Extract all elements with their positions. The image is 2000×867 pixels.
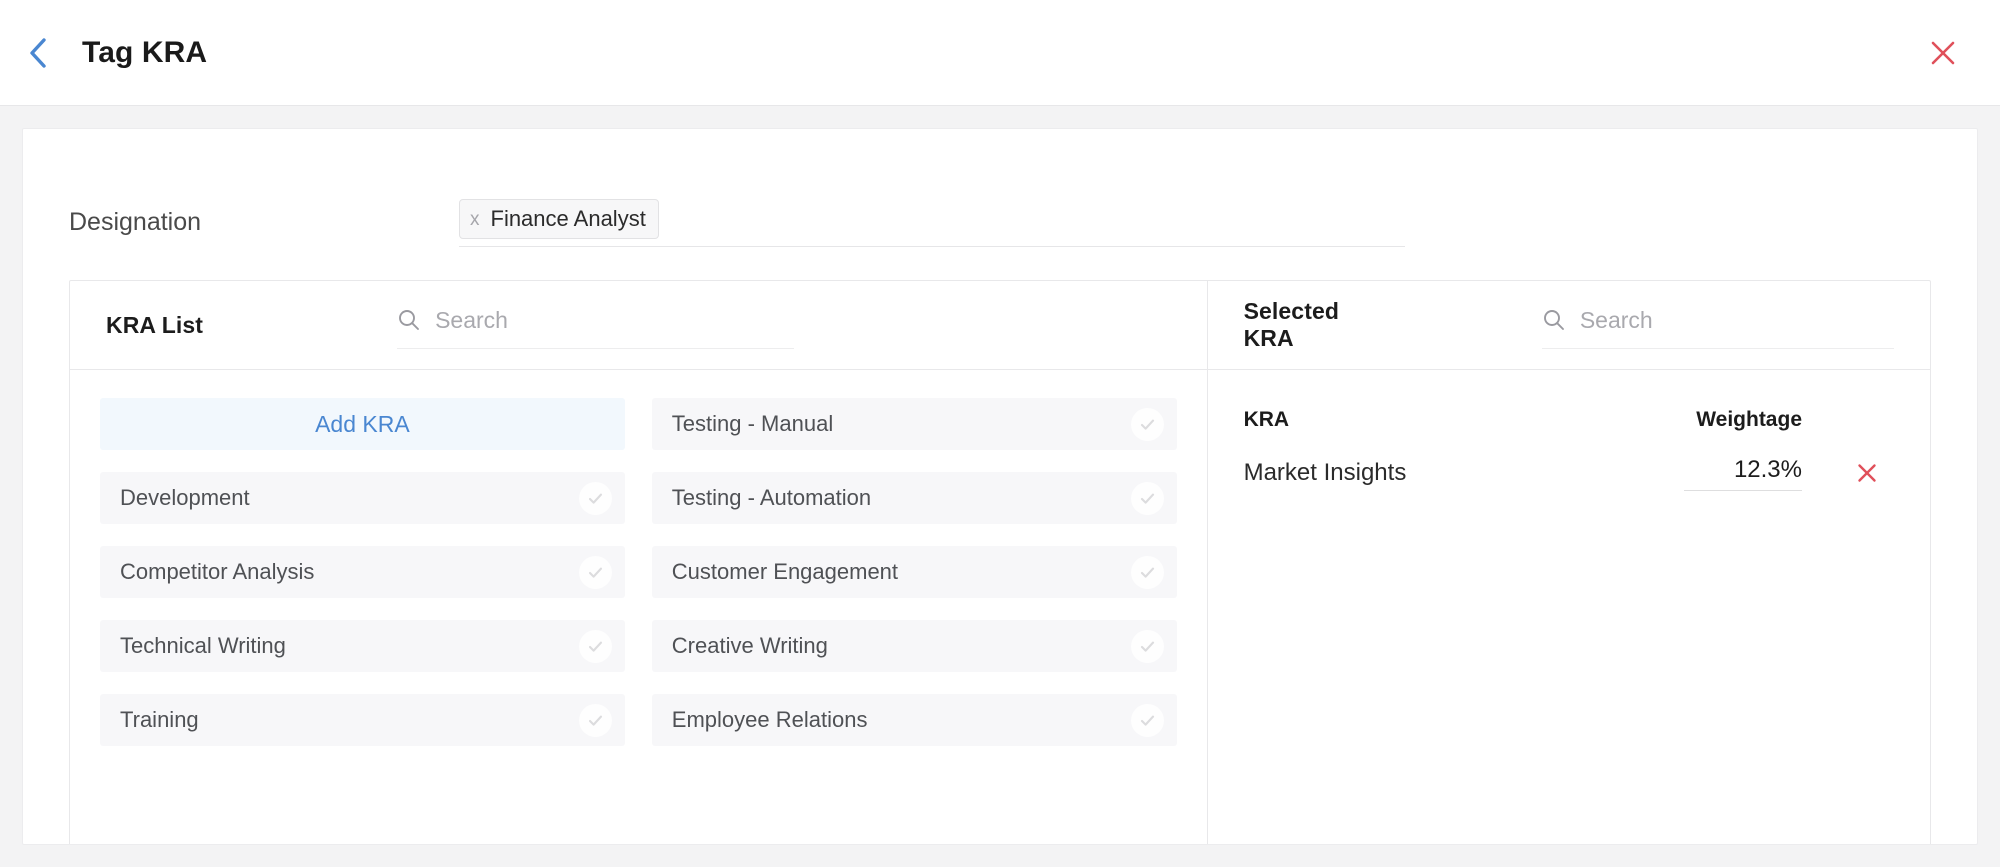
kra-list-item[interactable]: Competitor Analysis (100, 546, 625, 598)
kra-item-label: Development (120, 485, 250, 510)
selected-kra-search-input[interactable]: Search (1580, 307, 1653, 334)
kra-item-label: Creative Writing (671, 633, 828, 658)
check-circle-icon[interactable] (1130, 481, 1164, 515)
selected-kra-table: KRA Weightage Market Insights 12.3% (1208, 370, 1930, 502)
column-header-weightage: Weightage (1696, 408, 1802, 431)
page-body: Designation x Finance Analyst KRA List S… (0, 106, 2000, 867)
designation-label: Designation (69, 208, 202, 236)
check-circle-icon[interactable] (578, 629, 612, 663)
kra-list-header: KRA List Search (70, 281, 1207, 370)
chip-label: Finance Analyst (490, 206, 646, 231)
selected-kra-header: Selected KRA Search (1207, 281, 1930, 370)
kra-panels: KRA List Search Add KRA Testing - Manual… (69, 280, 1931, 844)
check-icon (588, 493, 602, 504)
table-row: Market Insights 12.3% (1244, 444, 1884, 502)
selected-kra-title: Selected KRA (1243, 298, 1339, 351)
check-icon (588, 567, 602, 578)
kra-item-label: Testing - Manual (671, 411, 834, 436)
designation-row: Designation x Finance Analyst (69, 129, 1931, 247)
close-icon (1858, 464, 1876, 482)
check-icon (1140, 567, 1154, 578)
selected-kra-panel: Selected KRA Search KRA Weightage Market… (1207, 281, 1930, 844)
kra-item-label: Customer Engagement (671, 559, 899, 584)
kra-list-item[interactable]: Development (100, 472, 625, 524)
back-button[interactable] (18, 33, 58, 73)
kra-list-search[interactable]: Search (397, 301, 795, 349)
designation-field[interactable]: x Finance Analyst (459, 199, 1405, 247)
search-icon (1543, 310, 1564, 330)
check-circle-icon[interactable] (1130, 555, 1164, 589)
kra-item-label: Employee Relations (671, 707, 868, 732)
content-card: Designation x Finance Analyst KRA List S… (22, 128, 1978, 845)
check-icon (1140, 493, 1154, 504)
search-icon (399, 310, 420, 330)
kra-list-item[interactable]: Employee Relations (651, 694, 1177, 746)
window-titlebar: Tag KRA (0, 0, 2000, 106)
check-icon (1140, 419, 1154, 430)
kra-list-item[interactable]: Customer Engagement (651, 546, 1177, 598)
check-circle-icon[interactable] (1130, 703, 1164, 737)
kra-list-title: KRA List (106, 311, 204, 338)
kra-list-grid: Add KRA Testing - Manual Development Tes… (70, 370, 1207, 746)
chevron-left-icon (30, 37, 46, 68)
kra-item-label: Competitor Analysis (120, 559, 315, 584)
weightage-input[interactable]: 12.3% (1684, 456, 1802, 491)
chip-remove-icon[interactable]: x (470, 210, 480, 229)
selected-kra-search[interactable]: Search (1541, 301, 1894, 349)
kra-list-search-input[interactable]: Search (435, 307, 508, 334)
page-title: Tag KRA (82, 35, 208, 69)
column-header-kra: KRA (1243, 408, 1290, 431)
kra-list-item[interactable]: Technical Writing (100, 620, 625, 672)
kra-list-item[interactable]: Testing - Manual (651, 398, 1177, 450)
close-dialog-button[interactable] (1922, 32, 1964, 74)
check-circle-icon[interactable] (578, 555, 612, 589)
check-icon (1140, 641, 1154, 652)
weightage-cell: 12.3% (1612, 456, 1808, 491)
check-circle-icon[interactable] (578, 481, 612, 515)
row-action-cell (1808, 456, 1884, 490)
kra-list-item[interactable]: Training (100, 694, 625, 746)
kra-item-label: Technical Writing (120, 633, 286, 658)
check-circle-icon[interactable] (578, 703, 612, 737)
remove-kra-button[interactable] (1850, 456, 1884, 490)
selected-kra-name: Market Insights (1243, 459, 1407, 486)
kra-item-label: Testing - Automation (671, 485, 872, 510)
kra-item-label: Training (120, 707, 199, 732)
table-header-row: KRA Weightage (1244, 396, 1884, 444)
check-circle-icon[interactable] (1130, 407, 1164, 441)
kra-list-item[interactable]: Testing - Automation (651, 472, 1177, 524)
check-icon (588, 641, 602, 652)
check-circle-icon[interactable] (1130, 629, 1164, 663)
check-icon (1140, 715, 1154, 726)
kra-list-item[interactable]: Creative Writing (651, 620, 1177, 672)
add-kra-label: Add KRA (315, 410, 410, 437)
designation-chip[interactable]: x Finance Analyst (459, 199, 659, 239)
check-icon (588, 715, 602, 726)
add-kra-button[interactable]: Add KRA (100, 398, 625, 450)
kra-list-panel: KRA List Search Add KRA Testing - Manual… (70, 281, 1208, 844)
close-icon (1931, 41, 1955, 64)
